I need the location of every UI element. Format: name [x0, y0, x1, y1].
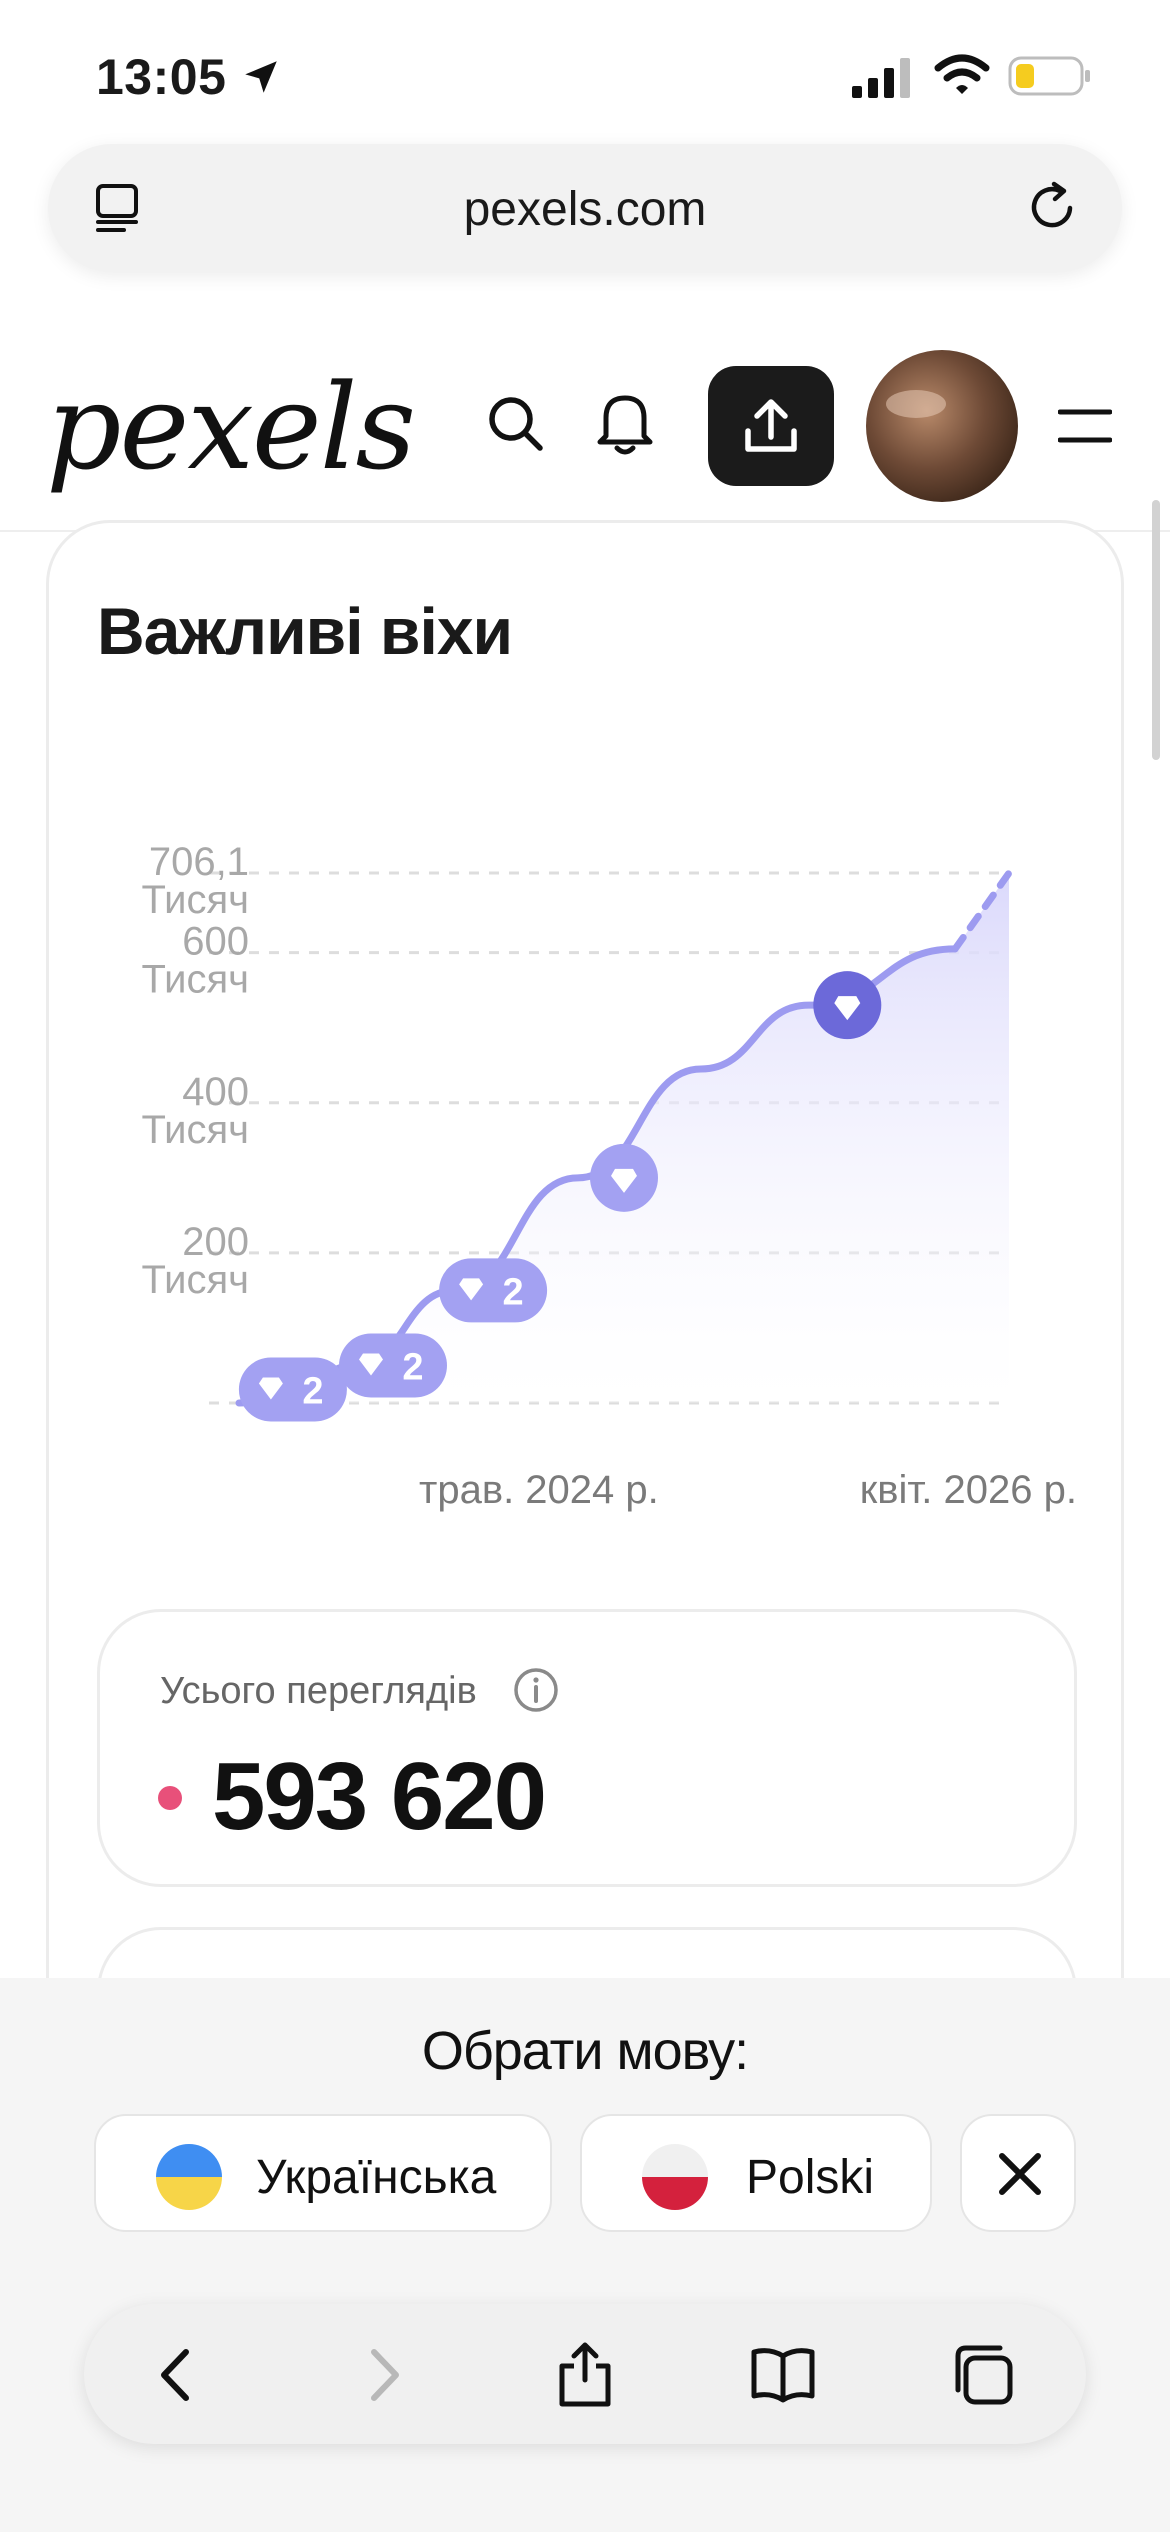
- milestone-count: 2: [402, 1346, 423, 1388]
- info-icon[interactable]: [512, 1666, 560, 1714]
- avatar[interactable]: [866, 350, 1018, 502]
- address-bar[interactable]: pexels.com: [48, 144, 1122, 272]
- poland-flag-icon: [642, 2144, 708, 2210]
- milestone-badge[interactable]: 2: [439, 1258, 548, 1323]
- close-icon: [999, 2153, 1041, 2195]
- wifi-icon: [934, 54, 990, 94]
- total-views-label: Усього переглядів: [160, 1670, 477, 1712]
- search-icon[interactable]: [484, 392, 548, 456]
- y-tick-unit: Тисяч: [141, 1108, 249, 1152]
- language-banner: Обрати мову: Українська Polski: [0, 1978, 1170, 2532]
- x-tick-label-end: квіт. 2026 р.: [860, 1468, 1077, 1512]
- milestone-badge[interactable]: [813, 971, 882, 1040]
- pexels-logo[interactable]: pexels: [46, 358, 416, 496]
- milestone-badge[interactable]: 2: [238, 1357, 347, 1422]
- y-tick-unit: Тисяч: [141, 958, 249, 1002]
- language-option-label: Українська: [256, 2151, 497, 2204]
- views-dot: [158, 1786, 182, 1810]
- milestone-count: 2: [302, 1370, 323, 1412]
- y-tick-unit: Тисяч: [141, 878, 249, 922]
- forward-icon[interactable]: [348, 2340, 418, 2410]
- milestones-card: Важливі віхи 200 Тисяч 400 Тисяч 600 Тисяч 706…: [46, 520, 1124, 2127]
- cellular-signal-icon: [852, 58, 910, 98]
- site-header: pexels: [0, 336, 1170, 532]
- location-arrow-icon: [245, 61, 277, 93]
- ukraine-flag-icon: [156, 2144, 222, 2210]
- x-tick-label-start: трав. 2024 р.: [419, 1468, 659, 1512]
- language-option-label: Polski: [746, 2151, 875, 2204]
- tabs-icon[interactable]: [948, 2340, 1018, 2410]
- upload-button[interactable]: [708, 366, 834, 486]
- upload-icon: [745, 399, 797, 452]
- language-option-polish[interactable]: Polski: [580, 2114, 932, 2232]
- total-views-value: 593 620: [212, 1743, 547, 1850]
- back-icon[interactable]: [142, 2340, 212, 2410]
- status-bar: 13:05: [0, 0, 1170, 140]
- url-text[interactable]: pexels.com: [48, 182, 1122, 237]
- language-option-ukrainian[interactable]: Українська: [94, 2114, 552, 2232]
- milestone-badge[interactable]: [590, 1143, 658, 1212]
- battery-icon: [1008, 56, 1090, 96]
- milestone-badge[interactable]: 2: [339, 1333, 447, 1398]
- status-time: 13:05: [96, 49, 227, 105]
- close-language-banner-button[interactable]: [960, 2114, 1076, 2232]
- reload-icon[interactable]: [1024, 178, 1082, 236]
- scroll-indicator: [1152, 500, 1160, 760]
- language-banner-title: Обрати мову:: [421, 2021, 749, 2081]
- bookmarks-icon[interactable]: [748, 2340, 818, 2410]
- bell-icon[interactable]: [592, 388, 658, 458]
- browser-toolbar: [84, 2304, 1086, 2444]
- milestone-count: 2: [503, 1271, 524, 1313]
- menu-icon[interactable]: [1058, 406, 1112, 446]
- share-icon[interactable]: [550, 2340, 620, 2410]
- milestones-chart: 200Тисяч400Тисяч600Тисяч706,1Тисяч 222 т…: [141, 840, 1077, 1512]
- y-tick-unit: Тисяч: [141, 1258, 249, 1302]
- total-views-box: Усього переглядів 593 620: [97, 1609, 1077, 1887]
